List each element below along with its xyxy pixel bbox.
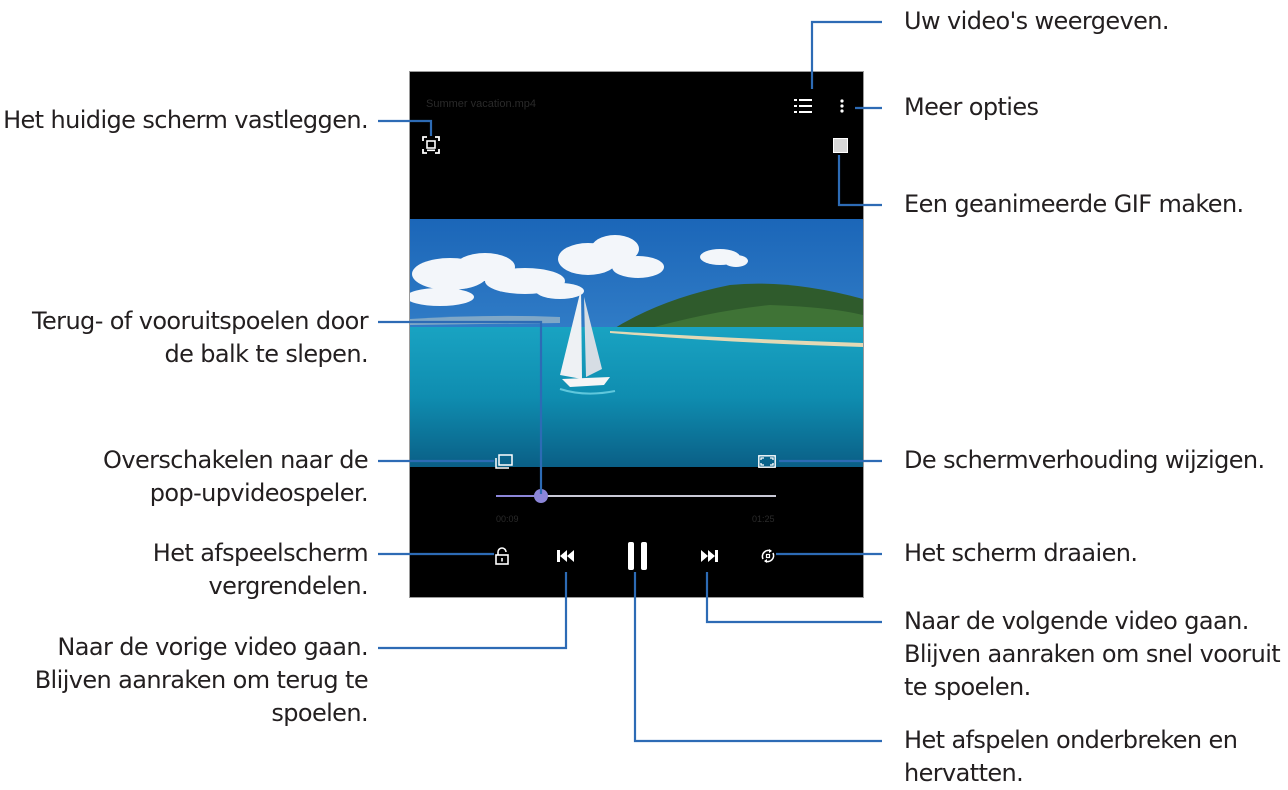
callout-line: Meer opties bbox=[904, 93, 1039, 121]
callout-line: Uw video's weergeven. bbox=[904, 7, 1170, 35]
popup-player-icon[interactable] bbox=[495, 454, 513, 469]
callout-line: pop-upvideospeler. bbox=[149, 479, 369, 507]
callout-capture: Het huidige scherm vastleggen. bbox=[3, 104, 369, 137]
callout-line: Terug- of vooruitspoelen door bbox=[32, 307, 369, 335]
callout-line: Naar de vorige video gaan. bbox=[57, 633, 368, 661]
next-icon[interactable] bbox=[700, 549, 718, 563]
lock-icon[interactable] bbox=[494, 547, 510, 565]
rotate-icon[interactable] bbox=[760, 548, 776, 564]
callout-previous: Naar de vorige video gaan. Blijven aanra… bbox=[34, 631, 369, 730]
total-time: 01:25 bbox=[752, 514, 775, 524]
seek-thumb[interactable] bbox=[533, 489, 548, 503]
pause-icon[interactable] bbox=[627, 542, 648, 570]
video-filename: Summer vacation.mp4 bbox=[426, 98, 537, 110]
gif-icon[interactable] bbox=[833, 138, 848, 153]
callout-line: vergrendelen. bbox=[208, 572, 369, 600]
callout-next: Naar de volgende video gaan. Blijven aan… bbox=[904, 605, 1281, 704]
previous-icon[interactable] bbox=[557, 549, 575, 563]
callout-line: Naar de volgende video gaan. bbox=[904, 607, 1249, 635]
screen-ratio-icon[interactable] bbox=[758, 455, 776, 468]
callout-line: Blijven aanraken om snel vooruit bbox=[904, 640, 1281, 668]
callout-line: spoelen. bbox=[271, 699, 368, 727]
seek-bar[interactable] bbox=[496, 489, 776, 503]
callout-rotate: Het scherm draaien. bbox=[904, 537, 1138, 570]
callout-popup: Overschakelen naar de pop-upvideospeler. bbox=[103, 444, 369, 510]
callout-line: Het scherm draaien. bbox=[904, 539, 1138, 567]
callout-line: Een geanimeerde GIF maken. bbox=[904, 190, 1244, 218]
capture-icon[interactable] bbox=[422, 136, 440, 154]
callout-more-options: Meer opties bbox=[904, 91, 1039, 124]
callout-line: hervatten. bbox=[904, 759, 1024, 787]
callout-line: Het afspelen onderbreken en bbox=[904, 726, 1238, 754]
callout-line: Het afspeelscherm bbox=[152, 539, 369, 567]
callout-seek: Terug- of vooruitspoelen door de balk te… bbox=[32, 305, 369, 371]
list-icon[interactable] bbox=[794, 98, 812, 114]
callout-lock: Het afspeelscherm vergrendelen. bbox=[152, 537, 369, 603]
more-options-icon[interactable] bbox=[840, 99, 844, 113]
callout-view-videos: Uw video's weergeven. bbox=[904, 5, 1170, 38]
current-time: 00:09 bbox=[496, 514, 519, 524]
video-player-screen: Summer vacation.mp4 00:09 01:25 bbox=[409, 71, 864, 598]
callout-pause: Het afspelen onderbreken en hervatten. bbox=[904, 724, 1238, 790]
callout-line: te spoelen. bbox=[904, 673, 1031, 701]
callout-line: Blijven aanraken om terug te bbox=[34, 666, 369, 694]
callout-line: De schermverhouding wijzigen. bbox=[904, 446, 1265, 474]
callout-gif: Een geanimeerde GIF maken. bbox=[904, 188, 1244, 221]
callout-line: Het huidige scherm vastleggen. bbox=[3, 106, 369, 134]
callout-line: de balk te slepen. bbox=[164, 340, 368, 368]
video-frame[interactable] bbox=[410, 219, 863, 467]
callout-ratio: De schermverhouding wijzigen. bbox=[904, 444, 1265, 477]
callout-line: Overschakelen naar de bbox=[103, 446, 369, 474]
